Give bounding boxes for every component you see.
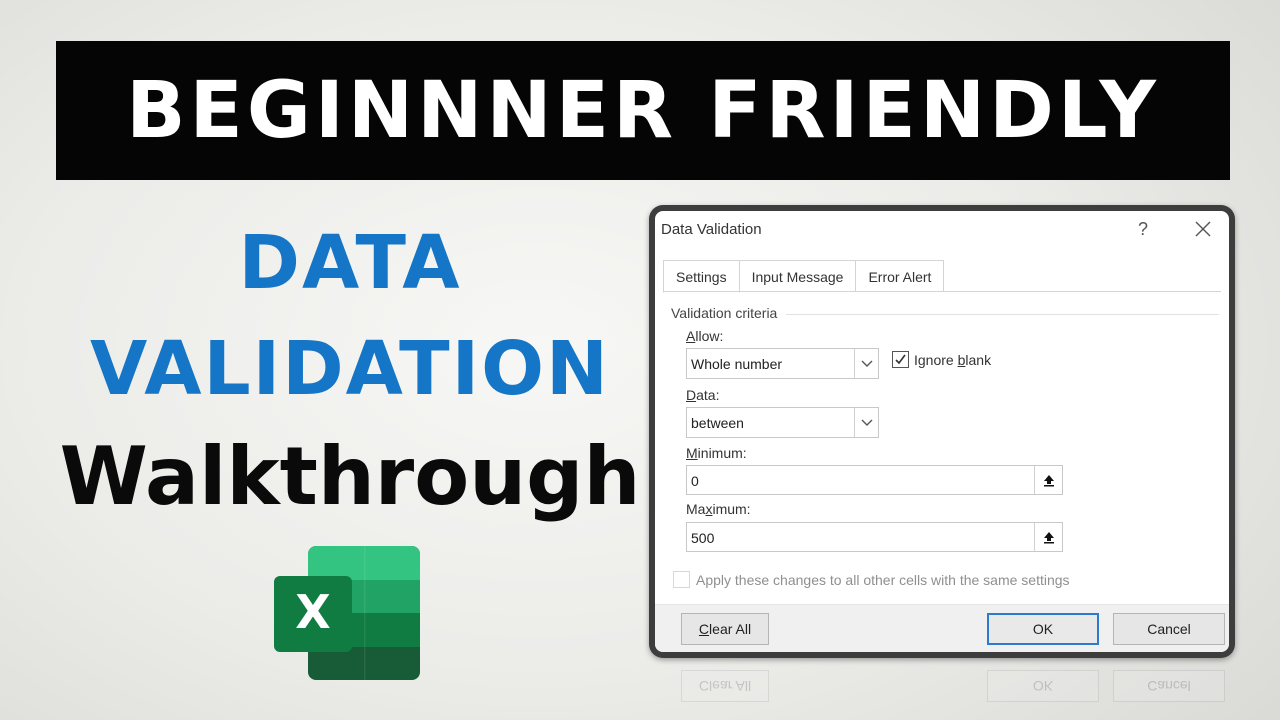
dialog-frame: Data Validation ? Settings Input Message… — [649, 205, 1235, 658]
minimum-label: Minimum: — [686, 445, 747, 461]
minimum-label-rest: inimum: — [697, 445, 747, 461]
reflection-clear-rest: lear All — [709, 678, 752, 694]
data-label-rest: ata: — [696, 387, 720, 403]
allow-select[interactable]: Whole number — [686, 348, 879, 379]
data-select[interactable]: between — [686, 407, 879, 438]
data-label: Data: — [686, 387, 719, 403]
chevron-down-icon[interactable] — [854, 408, 878, 437]
tab-settings[interactable]: Settings — [663, 260, 740, 293]
allow-label: Allow: — [686, 328, 723, 344]
collapse-dialog-icon[interactable] — [1034, 523, 1062, 551]
tab-divider — [663, 291, 1221, 292]
tab-error-alert[interactable]: Error Alert — [855, 260, 945, 292]
ignore-blank-checkbox[interactable]: Ignore blank — [892, 351, 991, 368]
cancel-button[interactable]: Cancel — [1113, 613, 1225, 645]
data-label-accel: D — [686, 387, 697, 403]
tab-bar: Settings Input Message Error Alert — [663, 260, 945, 293]
ignore-blank-label: Ignore blank — [914, 352, 991, 368]
ignore-blank-post: lank — [965, 351, 992, 368]
reflection-cancel: Cancel — [1113, 670, 1225, 702]
maximum-input[interactable]: 500 — [686, 522, 1063, 552]
maximum-label-rest: imum: — [712, 501, 751, 517]
group-label: Validation criteria — [671, 305, 778, 321]
reflection-clear-all: Clear All — [681, 670, 769, 702]
close-icon[interactable] — [1192, 218, 1214, 240]
maximum-value: 500 — [691, 530, 715, 546]
minimum-input[interactable]: 0 — [686, 465, 1063, 495]
banner-text: BEGINNNER FRIENDLY — [126, 65, 1160, 156]
apply-all-checkbox[interactable]: Apply these changes to all other cells w… — [673, 571, 1070, 588]
dialog-title: Data Validation — [661, 221, 762, 238]
dialog-reflection: Clear All OK Cancel — [655, 662, 1229, 720]
apply-all-label: Apply these changes to all other cells w… — [696, 571, 1070, 588]
minimum-label-accel: M — [686, 445, 698, 461]
footer-divider — [655, 604, 1229, 605]
collapse-dialog-icon[interactable] — [1034, 466, 1062, 494]
data-value: between — [691, 415, 744, 431]
reflection-ok: OK — [987, 670, 1099, 702]
allow-label-rest: llow: — [695, 328, 724, 344]
maximum-label: Maximum: — [686, 501, 751, 517]
allow-label-accel: A — [686, 328, 696, 344]
allow-value: Whole number — [691, 356, 783, 372]
group-divider — [786, 314, 1219, 315]
maximum-label-pre: Ma — [686, 501, 706, 517]
title-banner: BEGINNNER FRIENDLY — [56, 41, 1230, 180]
excel-icon: X — [274, 546, 420, 680]
help-button[interactable]: ? — [1138, 219, 1148, 240]
minimum-value: 0 — [691, 473, 699, 489]
reflection-clear-accel: C — [698, 678, 710, 694]
checkbox-checked-icon[interactable] — [892, 351, 909, 368]
tab-input-message[interactable]: Input Message — [738, 260, 857, 292]
clear-all-button[interactable]: Clear All — [681, 613, 769, 645]
title-line-2: VALIDATION — [89, 326, 610, 412]
checkbox-unchecked-icon[interactable] — [673, 571, 690, 588]
title-line-1: DATA — [238, 220, 462, 306]
clear-all-rest: lear All — [709, 621, 752, 637]
excel-logo-letter: X — [295, 585, 330, 639]
clear-all-accel: C — [698, 621, 710, 637]
ignore-blank-pre: Ignore — [914, 351, 958, 368]
data-validation-dialog: Data Validation ? Settings Input Message… — [655, 211, 1229, 652]
chevron-down-icon[interactable] — [854, 349, 878, 378]
title-line-3: Walkthrough — [59, 430, 641, 523]
ok-button[interactable]: OK — [987, 613, 1099, 645]
